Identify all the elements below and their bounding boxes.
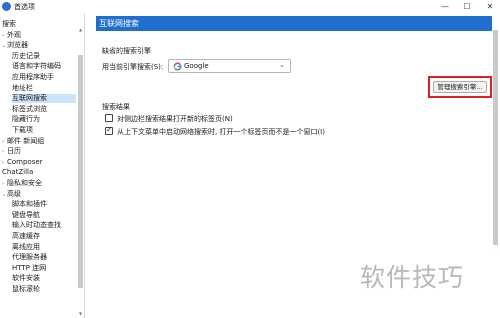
sidebar-item[interactable]: 应用程序助手 [12, 73, 54, 82]
sidebar-item-label: 输入时动态查找 [12, 221, 61, 230]
sidebar-item[interactable]: 互联网搜索 [12, 94, 76, 104]
sidebar-scrollbar-thumb[interactable] [78, 55, 83, 288]
sidebar-item[interactable]: 标签式浏览 [12, 105, 47, 114]
sidebar-item-label: 外观 [7, 30, 21, 39]
sidebar-item[interactable]: 键盘导航 [12, 211, 40, 220]
context-menu-search-in-tab-label: 从上下文菜单中启动网络搜索时, 打开一个标签页而不是一个窗口(I) [117, 128, 325, 136]
sidebar-item[interactable]: 下载项 [12, 126, 33, 135]
sidebar-item[interactable]: ⌄浏览器 [2, 41, 28, 50]
default-engine-group-label: 缺省的搜索引擎 [102, 47, 151, 55]
sidebar-item-label: 邮件 新闻组 [7, 136, 45, 145]
category-tree: 搜索 › 外观 ⌄浏览器 历史记录 语言和字符编码 应用程序助手 地址栏 互联网搜索 标签式浏览隐… [0, 13, 85, 318]
open-sidebar-results-in-tab-checkbox[interactable] [105, 114, 113, 122]
sidebar-item-label: 高速缓存 [12, 232, 40, 240]
sidebar-item-label: 互联网搜索 [12, 94, 47, 103]
sidebar-item[interactable]: › 邮件 新闻组 [2, 137, 44, 146]
scroll-down-arrow-icon[interactable]: ▼ [78, 311, 83, 316]
sidebar-item[interactable]: › 隐私和安全 [2, 179, 42, 188]
search-engine-dropdown[interactable]: Google ⌄ [168, 59, 291, 73]
sidebar-item-label: 离线应用 [12, 242, 40, 251]
search-results-group-label: 搜索结果 [102, 103, 130, 111]
sidebar-item-label: 地址栏 [12, 83, 33, 92]
sidebar-item[interactable]: 高速缓存 [12, 232, 40, 241]
sidebar-item-label: 应用程序助手 [12, 73, 54, 81]
sidebar-item-label: 软件安装 [12, 274, 40, 283]
sidebar-item[interactable]: › 外观 [2, 31, 21, 40]
current-engine-label: 用当前引擎搜索(S): [102, 63, 164, 71]
sidebar-item-label: 语言和字符编码 [12, 62, 61, 71]
sidebar-item-label: 标签式浏览 [12, 104, 47, 113]
sidebar-item[interactable]: ⌄高级 [2, 190, 21, 199]
minimize-button[interactable]: — [436, 0, 454, 13]
watermark-text: 软件技巧 [360, 263, 465, 292]
sidebar-item[interactable]: 输入时动态查找 [12, 221, 61, 230]
sidebar-item-label: 隐私和安全 [7, 179, 42, 187]
sidebar-item[interactable]: 软件安装 [12, 274, 40, 283]
sidebar-item-label: 日历 [7, 147, 21, 156]
highlight-box: 管理搜索引擎... [428, 76, 492, 98]
sidebar-item[interactable]: › 日历 [2, 147, 21, 156]
sidebar-item[interactable]: 脚本和插件 [12, 200, 47, 209]
sidebar-item-label: 历史记录 [12, 51, 40, 60]
sidebar-item-label: HTTP 连网 [12, 263, 47, 272]
close-button[interactable]: ✕ [481, 0, 499, 13]
sidebar-item-label: 隐藏行为 [12, 115, 40, 124]
chevron-down-icon: ⌄ [279, 61, 285, 69]
sidebar-item-label: 搜索 [2, 20, 16, 28]
sidebar-item[interactable]: ChatZilla [2, 168, 33, 177]
sidebar-item[interactable]: › Composer [2, 158, 43, 167]
manage-search-engines-button[interactable]: 管理搜索引擎... [433, 81, 487, 93]
sidebar-item[interactable]: HTTP 连网 [12, 264, 46, 273]
sidebar-item[interactable]: 代理服务器 [12, 253, 47, 262]
sidebar-item[interactable]: 历史记录 [12, 52, 40, 61]
search-engine-value: Google [184, 62, 209, 70]
app-icon [2, 2, 11, 11]
sidebar-item-label: 脚本和插件 [12, 200, 47, 209]
sidebar-item[interactable]: 离线应用 [12, 243, 40, 252]
sidebar-item-label: 高级 [7, 189, 21, 198]
sidebar-item-label: 下载项 [12, 126, 33, 134]
checkmark-icon: ✓ [106, 125, 113, 134]
sidebar-item-label: 鼠标滚轮 [12, 285, 40, 293]
google-logo-icon [173, 62, 182, 71]
open-sidebar-results-in-tab-label: 对侧边栏搜索结果打开新的标签页(N) [117, 115, 233, 123]
panel-title: 互联网搜索 [96, 16, 492, 31]
sidebar-item-label: ChatZilla [2, 168, 34, 177]
sidebar-item[interactable]: 鼠标滚轮 [12, 285, 40, 294]
sidebar-item[interactable]: 地址栏 [12, 84, 33, 93]
title-bar: 首选项 — ☐ ✕ [0, 0, 500, 13]
scroll-up-arrow-icon[interactable]: ▲ [78, 27, 83, 32]
sidebar-item[interactable]: 搜索 [2, 20, 16, 29]
sidebar-item-label: 键盘导航 [12, 210, 40, 219]
sidebar-item-label: Composer [7, 157, 43, 166]
context-menu-search-in-tab-checkbox[interactable]: ✓ [105, 125, 113, 135]
sidebar-item-label: 代理服务器 [12, 253, 47, 262]
maximize-button[interactable]: ☐ [458, 0, 476, 13]
sidebar-item[interactable]: 语言和字符编码 [12, 62, 61, 71]
window-title: 首选项 [14, 3, 35, 11]
sidebar-item-label: 浏览器 [7, 41, 28, 50]
panel-scrollbar[interactable] [493, 30, 498, 251]
sidebar-item[interactable]: 隐藏行为 [12, 115, 40, 124]
